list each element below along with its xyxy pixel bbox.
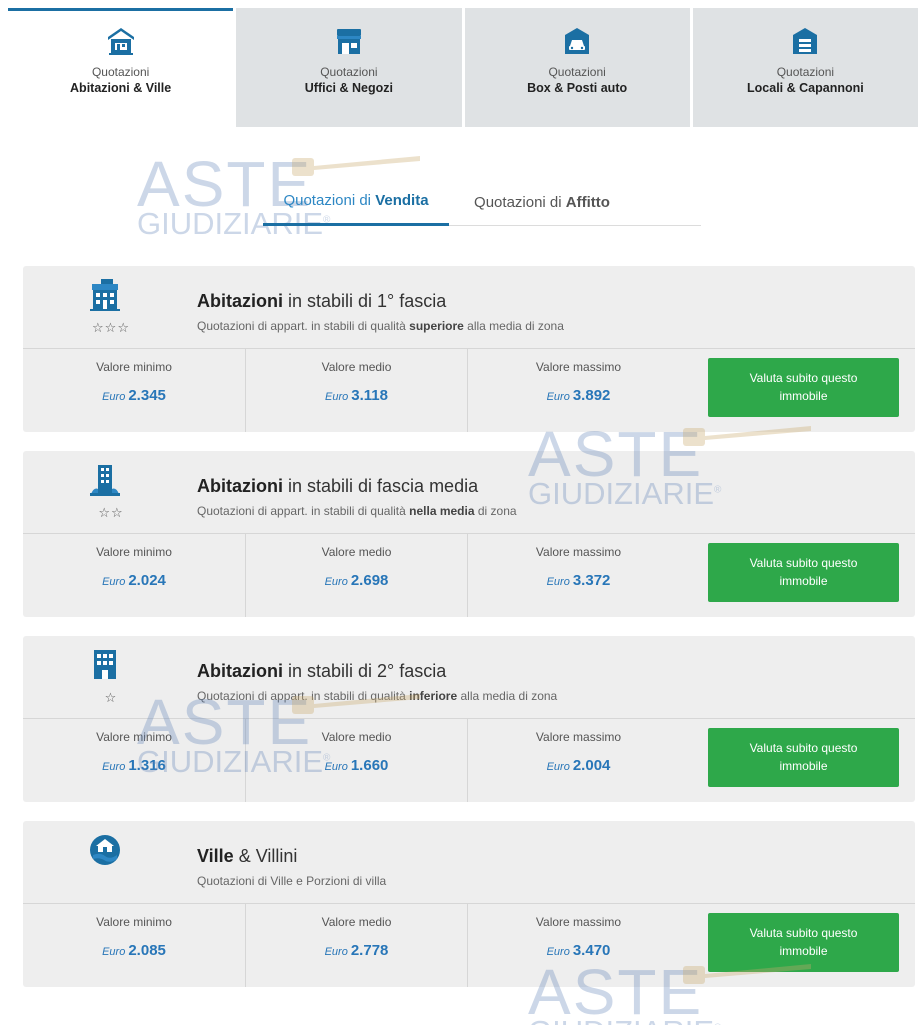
valuta-button[interactable]: Valuta subito questo immobile	[708, 358, 899, 417]
card-title: Abitazioni in stabili di fascia media	[197, 476, 479, 496]
card-description: Quotazioni di appart. in stabili di qual…	[197, 504, 517, 518]
tab-prefix: Quotazioni di	[474, 193, 562, 211]
value-max: Valore massimo Euro 3.892	[467, 349, 689, 432]
card-title: Abitazioni in stabili di 2° fascia	[197, 661, 447, 681]
villa-hand-icon	[90, 835, 120, 865]
card-description: Quotazioni di appart. in stabili di qual…	[197, 689, 558, 703]
star-rating: ☆☆☆	[92, 320, 130, 335]
warehouse-icon	[793, 28, 818, 54]
price-card: Ville & Villini Quotazioni di Ville e Po…	[23, 821, 915, 987]
valuta-button[interactable]: Valuta subito questo immobile	[708, 913, 899, 972]
building-mid-tier-icon	[90, 465, 120, 496]
building-second-tier-icon	[94, 650, 116, 679]
tab-label: Locali & Capannoni	[747, 81, 864, 95]
building-first-tier-icon	[90, 279, 120, 311]
value-mid: Valore medio Euro 2.778	[245, 904, 467, 987]
tab-strong-label: Vendita	[375, 192, 429, 209]
tab-abitazioni-ville[interactable]: Quotazioni Abitazioni & Ville	[8, 8, 234, 127]
tab-label: Box & Posti auto	[527, 81, 628, 95]
tab-prefix: Quotazioni di	[283, 192, 372, 209]
value-min: Valore minimo Euro 2.345	[96, 360, 172, 404]
value-max: Valore massimo Euro 2.004	[467, 719, 689, 802]
gavel-icon	[292, 156, 420, 176]
tab-subtitle: Quotazioni	[548, 65, 606, 79]
category-tabs: Quotazioni Abitazioni & Ville Quotazioni…	[8, 8, 918, 127]
tab-affitto[interactable]: Quotazioni di Affitto	[449, 178, 635, 226]
tab-subtitle: Quotazioni	[91, 65, 150, 79]
tab-locali-capannoni[interactable]: Quotazioni Locali & Capannoni	[692, 8, 918, 127]
value-mid: Valore medio Euro 3.118	[245, 349, 467, 432]
price-card: ☆☆ Abitazioni in stabili di fascia media…	[23, 451, 915, 617]
star-rating: ☆☆	[98, 505, 124, 520]
valuta-button[interactable]: Valuta subito questo immobile	[708, 728, 899, 787]
price-card: ☆ Abitazioni in stabili di 2° fascia Quo…	[23, 636, 915, 802]
price-card: ☆☆☆ Abitazioni in stabili di 1° fascia Q…	[23, 266, 915, 432]
value-max: Valore massimo Euro 3.470	[467, 904, 689, 987]
tab-label: Abitazioni & Ville	[70, 81, 172, 95]
card-title: Ville & Villini	[197, 846, 298, 866]
tab-vendita[interactable]: Quotazioni di Vendita	[263, 178, 449, 226]
valuta-button[interactable]: Valuta subito questo immobile	[708, 543, 899, 602]
card-title: Abitazioni in stabili di 1° fascia	[197, 291, 447, 311]
value-min: Valore minimo Euro 1.316	[96, 730, 172, 774]
value-mid: Valore medio Euro 1.660	[245, 719, 467, 802]
card-description: Quotazioni di Ville e Porzioni di villa	[197, 874, 387, 888]
value-min: Valore minimo Euro 2.024	[96, 545, 172, 589]
tab-subtitle: Quotazioni	[776, 65, 835, 79]
shop-icon	[336, 29, 361, 54]
card-description: Quotazioni di appart. in stabili di qual…	[197, 319, 564, 333]
tab-strong-label: Affitto	[565, 193, 610, 211]
tab-box-posti-auto[interactable]: Quotazioni Box & Posti auto	[464, 8, 690, 127]
tab-label: Uffici & Negozi	[304, 81, 393, 95]
value-mid: Valore medio Euro 2.698	[245, 534, 467, 617]
value-max: Valore massimo Euro 3.372	[467, 534, 689, 617]
tab-uffici-negozi[interactable]: Quotazioni Uffici & Negozi	[236, 8, 462, 127]
value-min: Valore minimo Euro 2.085	[96, 915, 172, 959]
mode-tabs: Quotazioni di Vendita Quotazioni di Affi…	[263, 178, 701, 226]
star-rating: ☆	[104, 690, 118, 705]
tab-subtitle: Quotazioni	[320, 65, 378, 79]
house-icon	[107, 28, 134, 55]
garage-icon	[565, 28, 590, 54]
